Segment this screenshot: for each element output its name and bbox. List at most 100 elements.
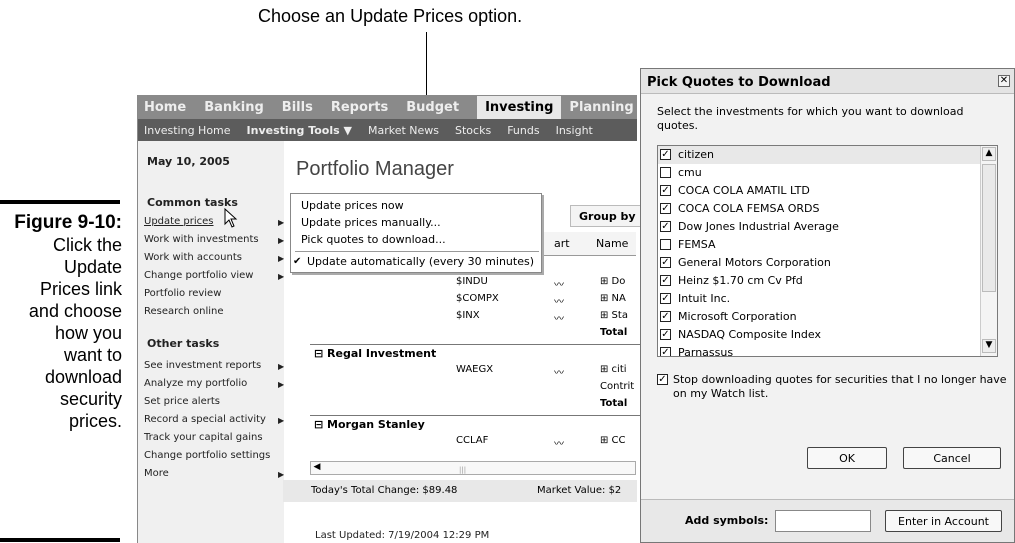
- figure-caption: Figure 9-10: Click the Update Prices lin…: [0, 200, 122, 542]
- subtab-investing-tools[interactable]: Investing Tools ▼: [247, 124, 352, 137]
- sidebar-item-analyze-portfolio[interactable]: Analyze my portfolio: [144, 378, 247, 389]
- list-item-label: Dow Jones Industrial Average: [678, 220, 839, 233]
- sidebar-item-work-with-investments[interactable]: Work with investments: [144, 234, 259, 245]
- tab-planning[interactable]: Planning: [569, 100, 633, 115]
- sidebar-item-set-price-alerts[interactable]: Set price alerts: [144, 396, 220, 407]
- list-item-label: Heinz $1.70 cm Cv Pfd: [678, 274, 803, 287]
- checkbox[interactable]: ✓: [660, 275, 671, 286]
- table-row[interactable]: CCLAF 〰 ⊞ CC: [310, 433, 642, 450]
- chart-icon[interactable]: 〰: [554, 435, 564, 450]
- checkbox[interactable]: ✓: [660, 257, 671, 268]
- total-row: Total: [310, 325, 642, 341]
- menu-item-update-manually[interactable]: Update prices manually...: [301, 216, 441, 229]
- subtab-stocks[interactable]: Stocks: [455, 124, 491, 137]
- sidebar-item-portfolio-review[interactable]: Portfolio review: [144, 288, 221, 299]
- scroll-thumb[interactable]: [982, 164, 996, 292]
- list-item-label: COCA COLA AMATIL LTD: [678, 184, 810, 197]
- column-header-chart[interactable]: art: [554, 237, 570, 250]
- enter-in-account-button[interactable]: Enter in Account: [885, 510, 1002, 532]
- subtab-investing-home[interactable]: Investing Home: [144, 124, 231, 137]
- subtab-funds[interactable]: Funds: [507, 124, 539, 137]
- sidebar-item-more[interactable]: More: [144, 468, 169, 479]
- tab-bills[interactable]: Bills: [282, 100, 313, 115]
- table-row[interactable]: $INX 〰 ⊞ Sta: [310, 308, 642, 325]
- checkbox[interactable]: ✓: [660, 149, 671, 160]
- group-header-morgan-stanley[interactable]: ⊟ Morgan Stanley: [310, 415, 642, 431]
- chart-icon[interactable]: 〰: [554, 293, 564, 308]
- tab-investing[interactable]: Investing: [477, 95, 562, 119]
- table-row[interactable]: $INDU 〰 ⊞ Do: [310, 274, 642, 291]
- checkbox[interactable]: ✓: [660, 221, 671, 232]
- list-item[interactable]: ✓ COCA COLA FEMSA ORDS: [658, 200, 981, 218]
- tab-reports[interactable]: Reports: [331, 100, 388, 115]
- list-item[interactable]: ✓ Parnassus: [658, 344, 981, 356]
- list-item[interactable]: ✓ General Motors Corporation: [658, 254, 981, 272]
- group-label: ⊟ Morgan Stanley: [314, 418, 425, 431]
- menu-item-update-now[interactable]: Update prices now: [301, 199, 404, 212]
- task-sidebar: May 10, 2005 Common tasks Update prices …: [138, 141, 284, 543]
- add-symbols-label: Add symbols:: [685, 514, 769, 527]
- sidebar-item-record-special-activity[interactable]: Record a special activity: [144, 414, 266, 425]
- sidebar-item-research-online[interactable]: Research online: [144, 306, 224, 317]
- checkbox[interactable]: ✓: [660, 203, 671, 214]
- sidebar-item-track-capital-gains[interactable]: Track your capital gains: [144, 432, 263, 443]
- scroll-left-icon[interactable]: ◀: [311, 462, 323, 474]
- list-item[interactable]: ✓ citizen: [658, 146, 981, 164]
- column-header-name[interactable]: Name: [596, 237, 628, 250]
- menu-item-pick-quotes[interactable]: Pick quotes to download...: [301, 233, 446, 246]
- checkbox[interactable]: ✓: [660, 293, 671, 304]
- close-icon[interactable]: ✕: [998, 75, 1010, 87]
- chart-icon[interactable]: 〰: [554, 364, 564, 379]
- list-item[interactable]: FEMSA: [658, 236, 981, 254]
- tab-home[interactable]: Home: [144, 100, 186, 115]
- sidebar-item-change-portfolio-settings[interactable]: Change portfolio settings: [144, 450, 270, 461]
- checkbox[interactable]: ✓: [660, 347, 671, 356]
- list-item[interactable]: ✓ Intuit Inc.: [658, 290, 981, 308]
- menu-item-update-automatically[interactable]: Update automatically (every 30 minutes): [307, 255, 534, 268]
- ok-button[interactable]: OK: [807, 447, 887, 469]
- checkbox[interactable]: ✓: [660, 311, 671, 322]
- caption-line: want to: [63, 345, 122, 365]
- checkbox[interactable]: ✓: [657, 374, 668, 385]
- name-cell: ⊞ CC: [600, 435, 626, 446]
- sidebar-item-see-investment-reports[interactable]: See investment reports: [144, 360, 261, 371]
- scroll-up-icon[interactable]: ▲: [982, 147, 996, 161]
- subtab-insight[interactable]: Insight: [556, 124, 593, 137]
- scroll-down-icon[interactable]: ▼: [982, 339, 996, 353]
- tab-budget[interactable]: Budget: [406, 100, 459, 115]
- vertical-scrollbar[interactable]: ▲ ▼: [980, 146, 997, 356]
- sidebar-item-update-prices[interactable]: Update prices: [144, 216, 214, 227]
- checkmark-icon: ✔: [293, 256, 302, 267]
- caption-line: how you: [54, 323, 122, 343]
- list-item[interactable]: ✓ Dow Jones Industrial Average: [658, 218, 981, 236]
- subtab-market-news[interactable]: Market News: [368, 124, 439, 137]
- checkbox[interactable]: [660, 239, 671, 250]
- list-item[interactable]: ✓ COCA COLA AMATIL LTD: [658, 182, 981, 200]
- market-value: Market Value: $2: [537, 485, 622, 496]
- dialog-instructions: Select the investments for which you wan…: [657, 105, 964, 132]
- caption-line: Update: [63, 257, 122, 277]
- group-by-button[interactable]: Group by: [570, 205, 650, 227]
- checkbox[interactable]: [660, 167, 671, 178]
- list-item[interactable]: ✓ NASDAQ Composite Index: [658, 326, 981, 344]
- horizontal-scrollbar[interactable]: ◀ |||: [310, 461, 636, 475]
- sidebar-item-change-portfolio-view[interactable]: Change portfolio view: [144, 270, 253, 281]
- chart-icon[interactable]: 〰: [554, 276, 564, 291]
- sidebar-item-work-with-accounts[interactable]: Work with accounts: [144, 252, 242, 263]
- current-date: May 10, 2005: [147, 155, 230, 168]
- list-item[interactable]: ✓ Microsoft Corporation: [658, 308, 981, 326]
- list-item[interactable]: cmu: [658, 164, 981, 182]
- list-item[interactable]: ✓ Heinz $1.70 cm Cv Pfd: [658, 272, 981, 290]
- list-item-label: General Motors Corporation: [678, 256, 831, 269]
- securities-list[interactable]: ✓ citizen cmu ✓ COCA COLA AMATIL LTD ✓ COCA…: [657, 145, 998, 357]
- table-row[interactable]: $COMPX 〰 ⊞ NA: [310, 291, 642, 308]
- checkbox[interactable]: ✓: [660, 185, 671, 196]
- group-header-regal[interactable]: ⊟ Regal Investment: [310, 344, 642, 360]
- chart-icon[interactable]: 〰: [554, 310, 564, 325]
- total-label: Total: [600, 398, 628, 409]
- add-symbols-input[interactable]: [775, 510, 871, 532]
- cancel-button[interactable]: Cancel: [903, 447, 1001, 469]
- tab-banking[interactable]: Banking: [204, 100, 264, 115]
- checkbox[interactable]: ✓: [660, 329, 671, 340]
- table-row[interactable]: WAEGX 〰 ⊞ citi: [310, 362, 642, 379]
